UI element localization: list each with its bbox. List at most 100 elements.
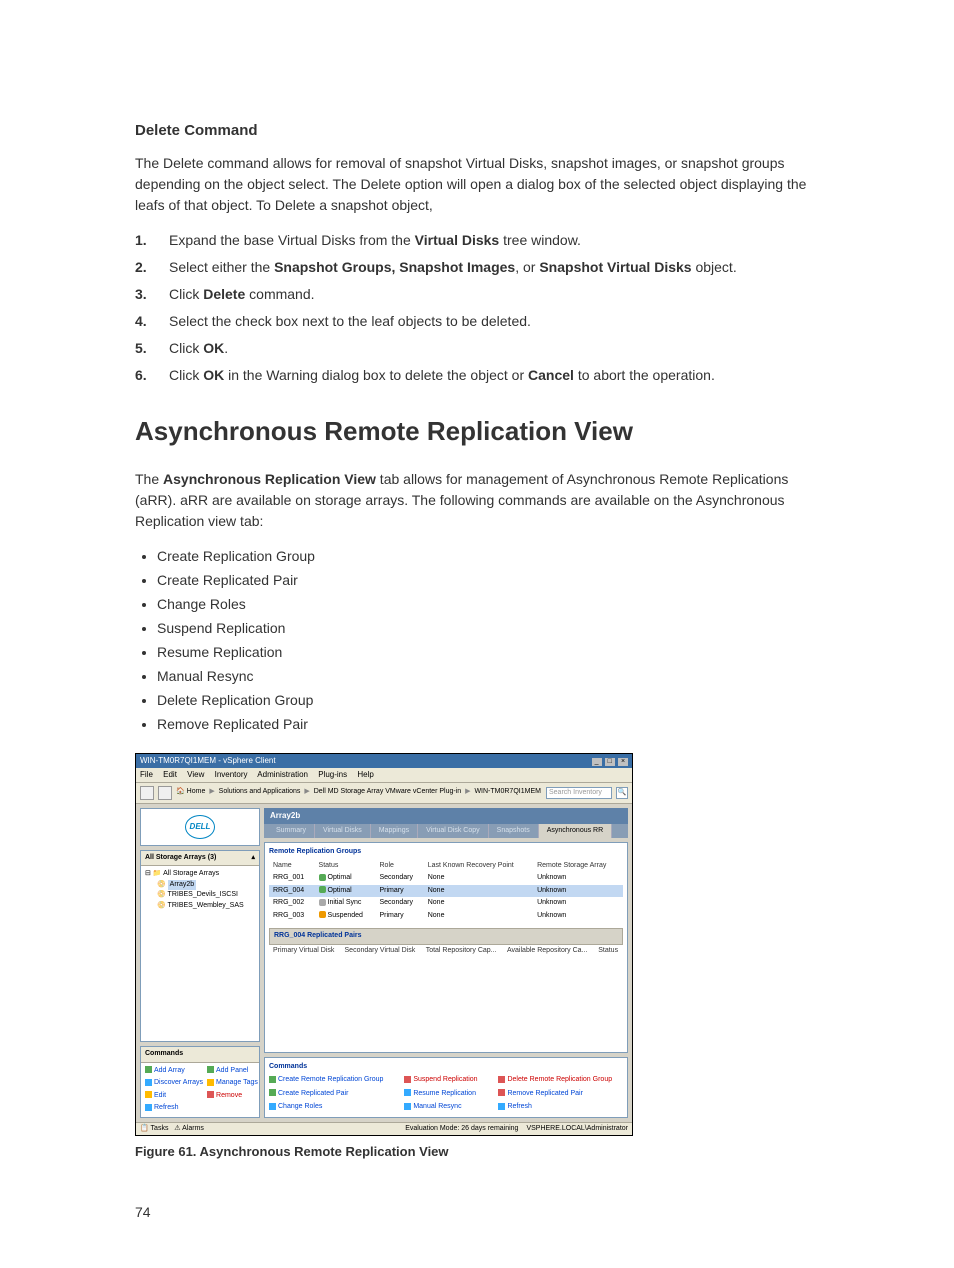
collapse-icon[interactable]: ▴ bbox=[251, 853, 255, 864]
menubar: File Edit View Inventory Administration … bbox=[136, 768, 632, 783]
status-tasks[interactable]: Tasks bbox=[151, 1125, 169, 1132]
groups-panel: Remote Replication Groups Name Status Ro… bbox=[264, 842, 628, 1053]
breadcrumb: 🏠 Home ▶ Solutions and Applications ▶ De… bbox=[176, 787, 542, 798]
play-icon bbox=[404, 1089, 411, 1096]
status-sync-icon bbox=[319, 899, 326, 906]
menu-help[interactable]: Help bbox=[357, 770, 373, 779]
window-controls: _ □ × bbox=[591, 755, 628, 767]
page-number: 74 bbox=[135, 1202, 819, 1223]
plus-icon bbox=[207, 1066, 214, 1073]
plus-icon bbox=[145, 1066, 152, 1073]
window-title: WIN-TM0R7QI1MEM - vSphere Client bbox=[140, 755, 276, 767]
step-3: Click Delete command. bbox=[135, 284, 819, 305]
status-alarms[interactable]: Alarms bbox=[182, 1125, 204, 1132]
menu-plugins[interactable]: Plug-ins bbox=[318, 770, 347, 779]
delete-steps: Expand the base Virtual Disks from the V… bbox=[135, 230, 819, 386]
search-input[interactable]: Search Inventory bbox=[546, 787, 612, 799]
menu-edit[interactable]: Edit bbox=[163, 770, 177, 779]
tree-item-devils[interactable]: 📀 TRIBES_Devils_ISCSI bbox=[145, 890, 255, 901]
pairs-table: Primary Virtual Disk Secondary Virtual D… bbox=[269, 945, 623, 958]
refresh-icon bbox=[145, 1104, 152, 1111]
tab-virtual-disks[interactable]: Virtual Disks bbox=[315, 824, 371, 839]
pause-icon bbox=[404, 1076, 411, 1083]
list-item: Suspend Replication bbox=[157, 618, 819, 639]
step-6: Click OK in the Warning dialog box to de… bbox=[135, 365, 819, 386]
groups-table: Name Status Role Last Known Recovery Poi… bbox=[269, 860, 623, 923]
cmd-add-array[interactable]: Add Array bbox=[145, 1066, 203, 1077]
table-row[interactable]: RRG_003SuspendedPrimaryNoneUnknown bbox=[269, 910, 623, 923]
list-item: Manual Resync bbox=[157, 666, 819, 687]
refresh-icon bbox=[498, 1103, 505, 1110]
left-commands-panel: Commands Add Array Add Panel Discover Ar… bbox=[140, 1046, 260, 1118]
status-ok-icon bbox=[319, 886, 326, 893]
cmd-delete-group[interactable]: Delete Remote Replication Group bbox=[498, 1075, 623, 1086]
swap-icon bbox=[269, 1103, 276, 1110]
async-command-list: Create Replication Group Create Replicat… bbox=[135, 546, 819, 735]
cmd-discover[interactable]: Discover Arrays bbox=[145, 1078, 203, 1089]
tree-item-array2b[interactable]: 📀 Array2b bbox=[145, 880, 255, 891]
menu-inventory[interactable]: Inventory bbox=[215, 770, 248, 779]
cmd-create-pair[interactable]: Create Replicated Pair bbox=[269, 1089, 394, 1100]
list-item: Create Replication Group bbox=[157, 546, 819, 567]
tree-item-wembley[interactable]: 📀 TRIBES_Wembley_SAS bbox=[145, 901, 255, 912]
delete-icon bbox=[498, 1076, 505, 1083]
tab-mappings[interactable]: Mappings bbox=[371, 824, 418, 839]
sync-icon bbox=[404, 1103, 411, 1110]
tab-summary[interactable]: Summary bbox=[268, 824, 315, 839]
cmd-add-panel[interactable]: Add Panel bbox=[207, 1066, 258, 1077]
plus-icon bbox=[269, 1076, 276, 1083]
pairs-title: RRG_004 Replicated Pairs bbox=[269, 928, 623, 945]
step-1: Expand the base Virtual Disks from the V… bbox=[135, 230, 819, 251]
status-suspended-icon bbox=[319, 911, 326, 918]
async-intro: The Asynchronous Replication View tab al… bbox=[135, 469, 819, 532]
cmd-change-roles[interactable]: Change Roles bbox=[269, 1102, 394, 1113]
vsphere-window: WIN-TM0R7QI1MEM - vSphere Client _ □ × F… bbox=[135, 753, 633, 1137]
list-item: Change Roles bbox=[157, 594, 819, 615]
minimize-icon[interactable]: _ bbox=[592, 758, 602, 766]
figure-61: WIN-TM0R7QI1MEM - vSphere Client _ □ × F… bbox=[135, 753, 819, 1162]
x-icon bbox=[207, 1091, 214, 1098]
lower-commands-panel: Commands Create Remote Replication Group… bbox=[264, 1057, 628, 1118]
search-icon[interactable]: 🔍 bbox=[616, 787, 628, 799]
maximize-icon[interactable]: □ bbox=[605, 758, 615, 766]
lower-commands-title: Commands bbox=[269, 1062, 623, 1073]
storage-arrays-tree: All Storage Arrays (3)▴ ⊟ 📁 All Storage … bbox=[140, 850, 260, 1043]
discover-icon bbox=[145, 1079, 152, 1086]
cmd-manage-tags[interactable]: Manage Tags bbox=[207, 1078, 258, 1089]
close-icon[interactable]: × bbox=[618, 758, 628, 766]
step-2: Select either the Snapshot Groups, Snaps… bbox=[135, 257, 819, 278]
cmd-suspend[interactable]: Suspend Replication bbox=[404, 1075, 488, 1086]
cmd-refresh-lower[interactable]: Refresh bbox=[498, 1102, 623, 1113]
table-row[interactable]: RRG_001OptimalSecondaryNoneUnknown bbox=[269, 872, 623, 885]
tab-vdisk-copy[interactable]: Virtual Disk Copy bbox=[418, 824, 489, 839]
step-4: Select the check box next to the leaf ob… bbox=[135, 311, 819, 332]
table-row-selected[interactable]: RRG_004OptimalPrimaryNoneUnknown bbox=[269, 885, 623, 898]
cmd-resume[interactable]: Resume Replication bbox=[404, 1089, 488, 1100]
menu-view[interactable]: View bbox=[187, 770, 204, 779]
tree-root[interactable]: ⊟ 📁 All Storage Arrays bbox=[145, 869, 255, 880]
cmd-remove[interactable]: Remove bbox=[207, 1091, 258, 1102]
list-item: Create Replicated Pair bbox=[157, 570, 819, 591]
cmd-create-group[interactable]: Create Remote Replication Group bbox=[269, 1075, 394, 1086]
table-row[interactable]: RRG_002Initial SyncSecondaryNoneUnknown bbox=[269, 897, 623, 910]
status-user: VSPHERE.LOCAL\Administrator bbox=[526, 1124, 628, 1135]
cmd-edit[interactable]: Edit bbox=[145, 1091, 203, 1102]
nav-back-button[interactable] bbox=[140, 786, 154, 800]
tabs: Summary Virtual Disks Mappings Virtual D… bbox=[264, 824, 628, 839]
cmd-manual-resync[interactable]: Manual Resync bbox=[404, 1102, 488, 1113]
menu-file[interactable]: File bbox=[140, 770, 153, 779]
groups-title: Remote Replication Groups bbox=[269, 847, 623, 858]
tag-icon bbox=[207, 1079, 214, 1086]
menu-administration[interactable]: Administration bbox=[257, 770, 308, 779]
nav-forward-button[interactable] bbox=[158, 786, 172, 800]
list-item: Delete Replication Group bbox=[157, 690, 819, 711]
figure-caption: Figure 61. Asynchronous Remote Replicati… bbox=[135, 1142, 819, 1162]
table-header-row: Primary Virtual Disk Secondary Virtual D… bbox=[269, 945, 623, 958]
cmd-refresh[interactable]: Refresh bbox=[145, 1103, 203, 1114]
tab-snapshots[interactable]: Snapshots bbox=[489, 824, 539, 839]
dell-logo-icon: DELL bbox=[185, 815, 215, 839]
content-title: Array2b bbox=[264, 808, 628, 824]
tab-async-rr[interactable]: Asynchronous RR bbox=[539, 824, 612, 839]
cmd-remove-pair[interactable]: Remove Replicated Pair bbox=[498, 1089, 623, 1100]
list-item: Remove Replicated Pair bbox=[157, 714, 819, 735]
